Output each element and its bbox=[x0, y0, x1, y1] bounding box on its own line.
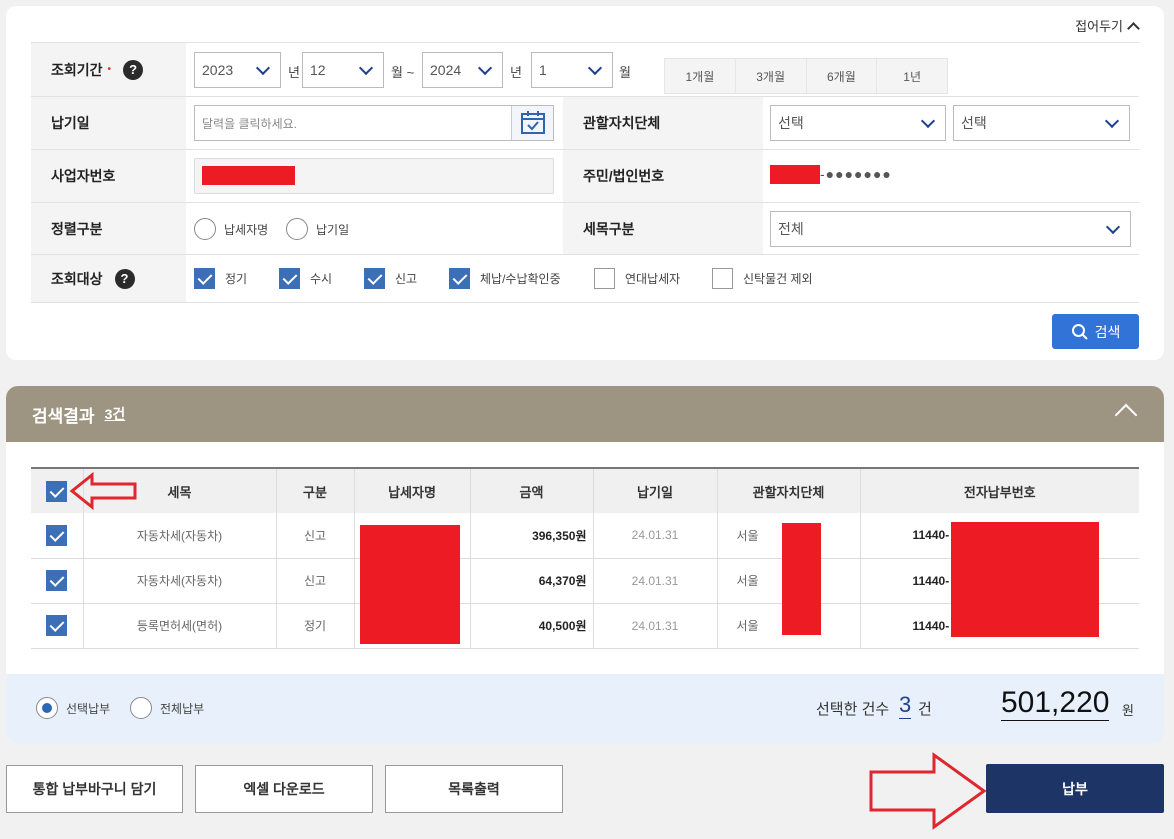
chevron-up-icon[interactable] bbox=[1114, 403, 1138, 427]
annotation-arrow-right-icon bbox=[869, 752, 987, 830]
col-amount: 금액 bbox=[469, 467, 593, 513]
month-unit: 월 bbox=[619, 65, 631, 80]
results-header: 검색결과 3건 bbox=[6, 386, 1164, 442]
quick-3month-button[interactable]: 3개월 bbox=[736, 59, 807, 93]
count-unit: 건 bbox=[918, 701, 932, 718]
tax-type-select[interactable]: 전체 bbox=[770, 211, 1131, 247]
tax-type-label: 세목구분 bbox=[563, 203, 763, 254]
period-label: 조회기간 • ? bbox=[31, 43, 186, 96]
chevron-down-icon bbox=[255, 60, 271, 76]
redacted-block bbox=[202, 166, 295, 185]
year-unit: 년 bbox=[288, 65, 300, 80]
search-button[interactable]: 검색 bbox=[1052, 314, 1139, 349]
pay-all-radio[interactable]: 전체납부 bbox=[130, 697, 204, 719]
row-type: 신고 bbox=[275, 558, 354, 604]
col-type: 구분 bbox=[275, 467, 354, 513]
target-joint-checkbox[interactable]: 연대납세자 bbox=[594, 268, 680, 289]
results-panel: 검색결과 3건 세목 구분 납세자명 금액 납기일 관할자치단체 전자납부번호 … bbox=[6, 386, 1164, 744]
target-trust-exclude-checkbox[interactable]: 신탁물건 제외 bbox=[712, 268, 813, 289]
chevron-down-icon bbox=[920, 113, 936, 129]
to-year-select[interactable]: 2024 bbox=[422, 52, 503, 88]
calendar-icon[interactable] bbox=[511, 106, 553, 140]
chevron-down-icon bbox=[587, 60, 603, 76]
redacted-block bbox=[782, 523, 821, 635]
results-title: 검색결과 bbox=[32, 406, 95, 426]
help-icon[interactable]: ? bbox=[123, 59, 144, 80]
chevron-down-icon bbox=[1105, 219, 1121, 235]
collapse-label: 접어두기 bbox=[1075, 19, 1123, 34]
chevron-down-icon bbox=[358, 60, 374, 76]
quick-1year-button[interactable]: 1년 bbox=[877, 59, 947, 93]
resident-no-label: 주민/법인번호 bbox=[563, 150, 763, 202]
target-report-checkbox[interactable]: 신고 bbox=[364, 268, 417, 289]
won-unit: 원 bbox=[1122, 703, 1134, 718]
quick-6month-button[interactable]: 6개월 bbox=[807, 59, 878, 93]
row-checkbox[interactable] bbox=[46, 524, 68, 546]
row-due: 24.01.31 bbox=[592, 603, 717, 649]
target-occasional-checkbox[interactable]: 수시 bbox=[279, 268, 332, 289]
from-year-select[interactable]: 2023 bbox=[194, 52, 281, 88]
row-tax: 자동차세(자동차) bbox=[82, 558, 276, 604]
from-month-select[interactable]: 12 bbox=[302, 52, 384, 88]
search-button-label: 검색 bbox=[1094, 323, 1121, 340]
results-count: 3건 bbox=[104, 406, 126, 422]
selected-count: 3 bbox=[899, 692, 912, 719]
row-amount: 396,350원 bbox=[469, 513, 593, 559]
help-icon[interactable]: ? bbox=[114, 268, 135, 289]
row-due: 24.01.31 bbox=[592, 558, 717, 604]
year-unit: 년 bbox=[510, 65, 522, 80]
row-checkbox[interactable] bbox=[46, 570, 68, 591]
due-date-input[interactable]: 달력을 클릭하세요. bbox=[194, 105, 554, 141]
row-type: 정기 bbox=[275, 603, 354, 649]
biz-no-field bbox=[194, 158, 554, 194]
pay-selected-radio[interactable]: 선택납부 bbox=[36, 697, 110, 719]
col-taxpayer: 납세자명 bbox=[353, 467, 470, 513]
row-amount: 64,370원 bbox=[469, 558, 593, 604]
excel-download-button[interactable]: 엑셀 다운로드 bbox=[195, 765, 373, 813]
row-type: 신고 bbox=[275, 513, 354, 559]
results-footer: 선택납부 전체납부 선택한 건수 3 건 501,220 원 bbox=[6, 674, 1164, 744]
redacted-block bbox=[951, 522, 1099, 637]
col-due: 납기일 bbox=[592, 467, 717, 513]
quick-1month-button[interactable]: 1개월 bbox=[665, 59, 736, 93]
chevron-down-icon bbox=[1104, 113, 1120, 129]
local-gov-select-1[interactable]: 선택 bbox=[770, 105, 946, 141]
target-label: 조회대상 ? bbox=[31, 255, 186, 302]
redacted-block bbox=[770, 165, 820, 184]
sort-label: 정렬구분 bbox=[31, 203, 186, 254]
search-panel: 접어두기 조회기간 • ? 2023 년 12 월 ~ 2024 년 1 월 1개… bbox=[6, 6, 1164, 360]
to-month-select[interactable]: 1 bbox=[531, 52, 613, 88]
add-to-cart-button[interactable]: 통합 납부바구니 담기 bbox=[6, 765, 183, 813]
chevron-up-icon bbox=[1127, 21, 1140, 35]
month-unit-tilde: 월 ~ bbox=[391, 65, 415, 80]
row-due: 24.01.31 bbox=[592, 513, 717, 559]
local-gov-select-2[interactable]: 선택 bbox=[953, 105, 1130, 141]
row-checkbox[interactable] bbox=[46, 615, 68, 636]
local-gov-label: 관할자치단체 bbox=[563, 97, 763, 149]
row-tax: 자동차세(자동차) bbox=[82, 513, 276, 559]
biz-no-label: 사업자번호 bbox=[31, 150, 186, 202]
col-epay-no: 전자납부번호 bbox=[859, 467, 1139, 513]
search-icon bbox=[1071, 323, 1088, 340]
chevron-down-icon bbox=[477, 60, 493, 76]
pay-button[interactable]: 납부 bbox=[986, 764, 1164, 813]
target-regular-checkbox[interactable]: 정기 bbox=[194, 268, 247, 289]
resident-no-masked: -●●●●●●● bbox=[820, 166, 892, 182]
row-tax: 등록면허세(면허) bbox=[82, 603, 276, 649]
col-local-gov: 관할자치단체 bbox=[716, 467, 860, 513]
redacted-block bbox=[360, 525, 460, 644]
print-list-button[interactable]: 목록출력 bbox=[385, 765, 563, 813]
due-date-placeholder: 달력을 클릭하세요. bbox=[202, 116, 297, 131]
quick-period-group: 1개월 3개월 6개월 1년 bbox=[664, 58, 948, 94]
select-all-checkbox[interactable] bbox=[46, 480, 68, 502]
sort-radio-date[interactable]: 납기일 bbox=[286, 218, 349, 240]
due-date-label: 납기일 bbox=[31, 97, 186, 149]
row-amount: 40,500원 bbox=[469, 603, 593, 649]
annotation-arrow-left-icon bbox=[69, 472, 137, 510]
total-amount: 501,220 bbox=[1001, 686, 1110, 721]
target-arrears-checkbox[interactable]: 체납/수납확인중 bbox=[449, 268, 561, 289]
selected-count-label: 선택한 건수 bbox=[816, 701, 890, 718]
collapse-toggle[interactable]: 접어두기 bbox=[1075, 16, 1140, 35]
sort-radio-name[interactable]: 납세자명 bbox=[194, 218, 268, 240]
